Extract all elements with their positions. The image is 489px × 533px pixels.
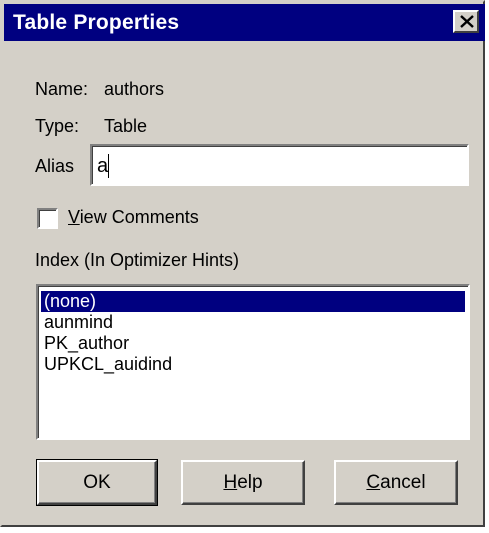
index-label: Index (In Optimizer Hints) — [35, 250, 240, 270]
alias-value: a — [97, 155, 109, 177]
cancel-accel: C — [366, 472, 381, 493]
help-accel: H — [223, 472, 238, 493]
type-value: Table — [104, 116, 148, 136]
text-caret — [108, 154, 109, 178]
window-title: Table Properties — [13, 11, 180, 34]
view-comments-label[interactable]: View Comments — [68, 207, 199, 228]
name-label: Name: — [35, 79, 89, 99]
list-item-none[interactable]: (none) — [41, 291, 465, 312]
list-item-pk-author[interactable]: PK_author — [41, 333, 465, 354]
table-properties-dialog: Table Properties Name: authors Type: Tab… — [0, 0, 485, 527]
view-comments-checkbox[interactable] — [37, 208, 58, 229]
ok-button[interactable]: OK — [36, 459, 158, 506]
view-comments-accel: V — [68, 207, 80, 227]
cancel-button[interactable]: Cancel — [334, 460, 458, 505]
name-value: authors — [104, 79, 165, 99]
close-icon — [460, 15, 474, 28]
cancel-rest: ancel — [380, 472, 426, 493]
close-button[interactable] — [453, 10, 479, 33]
index-listbox[interactable]: (none) aunmind PK_author UPKCL_auidind — [36, 284, 470, 440]
title-bar[interactable]: Table Properties — [4, 4, 485, 41]
list-item-upkcl-auidind[interactable]: UPKCL_auidind — [41, 354, 465, 375]
alias-input[interactable]: a — [90, 144, 469, 186]
list-item-aunmind[interactable]: aunmind — [41, 312, 465, 333]
view-comments-rest: iew Comments — [79, 207, 199, 227]
help-button[interactable]: Help — [181, 460, 305, 505]
type-label: Type: — [35, 116, 80, 136]
help-rest: elp — [237, 472, 263, 493]
alias-label: Alias — [35, 156, 75, 176]
